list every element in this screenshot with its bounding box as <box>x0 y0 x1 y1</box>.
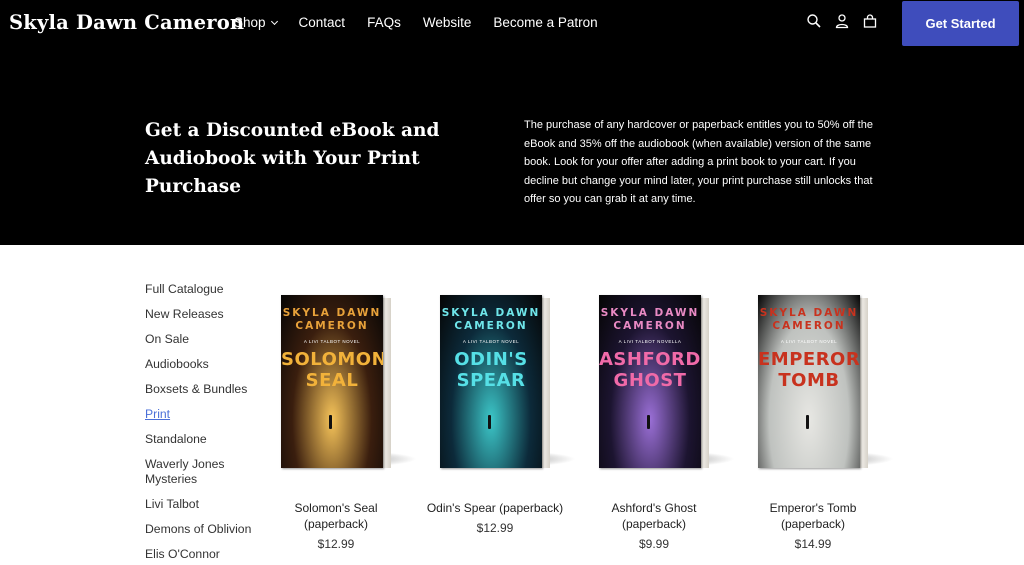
sidebar-item-boxsets-bundles[interactable]: Boxsets & Bundles <box>145 382 265 397</box>
cover-series: A LIVI TALBOT NOVELLA <box>618 339 682 344</box>
cover-figure <box>329 415 332 429</box>
sidebar-item-print[interactable]: Print <box>145 407 265 422</box>
nav-shop[interactable]: Shop <box>234 15 278 30</box>
product-name[interactable]: Solomon's Seal (paperback) <box>266 500 406 532</box>
search-icon[interactable] <box>806 13 822 29</box>
nav-shop-label: Shop <box>234 15 266 30</box>
cover-author: SKYLA DAWN CAMERON <box>441 307 541 332</box>
cover-title: SOLOMON'S SEAL <box>281 349 383 391</box>
chevron-down-icon <box>270 17 278 25</box>
promo-text: The purchase of any hardcover or paperba… <box>524 119 873 206</box>
sidebar-item-elis-o-connor[interactable]: Elis O'Connor <box>145 547 265 562</box>
sidebar-item-demons-of-oblivion[interactable]: Demons of Oblivion <box>145 522 265 537</box>
book-cover-image[interactable]: SKYLA DAWN CAMERON A LIVI TALBOT NOVEL SOL… <box>281 295 417 470</box>
book-cover-image[interactable]: SKYLA DAWN CAMERON A LIVI TALBOT NOVELLA A… <box>599 295 735 470</box>
site-brand[interactable]: Skyla Dawn Cameron <box>9 11 244 34</box>
product-card[interactable]: SKYLA DAWN CAMERON A LIVI TALBOT NOVEL SOL… <box>266 295 417 551</box>
hero-header: Skyla Dawn Cameron Shop Contact FAQs Web… <box>0 0 1024 245</box>
sidebar-item-audiobooks[interactable]: Audiobooks <box>145 357 265 372</box>
sidebar-item-new-releases[interactable]: New Releases <box>145 307 265 322</box>
cover-art: SKYLA DAWN CAMERON A LIVI TALBOT NOVEL EMP… <box>758 295 860 468</box>
category-sidebar: Full Catalogue New Releases On Sale Audiobo… <box>145 282 265 565</box>
sidebar-item-waverly-jones-mysteries[interactable]: Waverly Jones Mysteries <box>145 457 265 487</box>
product-price: $9.99 <box>638 537 670 551</box>
main-nav: Shop Contact FAQs Website Become a Patro… <box>234 15 598 30</box>
product-price: $12.99 <box>317 537 355 551</box>
cover-series: A LIVI TALBOT NOVEL <box>780 339 838 344</box>
cover-art: SKYLA DAWN CAMERON A LIVI TALBOT NOVEL SOL… <box>281 295 383 468</box>
cover-title: ODIN'S SPEAR <box>454 349 528 391</box>
cover-art: SKYLA DAWN CAMERON A LIVI TALBOT NOVEL ODI… <box>440 295 542 468</box>
cover-author: SKYLA DAWN CAMERON <box>600 307 700 332</box>
cover-title: ASHFORD'S GHOST <box>599 349 701 391</box>
sidebar-item-on-sale[interactable]: On Sale <box>145 332 265 347</box>
nav-website[interactable]: Website <box>423 15 472 30</box>
book-cover-image[interactable]: SKYLA DAWN CAMERON A LIVI TALBOT NOVEL ODI… <box>440 295 576 470</box>
nav-contact[interactable]: Contact <box>299 15 346 30</box>
nav-become-a-patron[interactable]: Become a Patron <box>493 15 597 30</box>
product-name[interactable]: Emperor's Tomb (paperback) <box>743 500 883 532</box>
product-card[interactable]: SKYLA DAWN CAMERON A LIVI TALBOT NOVELLA A… <box>584 295 735 551</box>
nav-faqs[interactable]: FAQs <box>367 15 401 30</box>
product-name[interactable]: Ashford's Ghost (paperback) <box>584 500 724 532</box>
cover-series: A LIVI TALBOT NOVEL <box>462 339 520 344</box>
header-icons <box>806 13 878 29</box>
book-cover-image[interactable]: SKYLA DAWN CAMERON A LIVI TALBOT NOVEL EMP… <box>758 295 894 470</box>
cover-series: A LIVI TALBOT NOVEL <box>303 339 361 344</box>
cover-figure <box>488 415 491 429</box>
sidebar-item-livi-talbot[interactable]: Livi Talbot <box>145 497 265 512</box>
cover-art: SKYLA DAWN CAMERON A LIVI TALBOT NOVELLA A… <box>599 295 701 468</box>
cover-figure <box>647 415 650 429</box>
cover-author: SKYLA DAWN CAMERON <box>759 307 859 332</box>
cover-author: SKYLA DAWN CAMERON <box>282 307 382 332</box>
sidebar-item-full-catalogue[interactable]: Full Catalogue <box>145 282 265 297</box>
cover-title: EMPEROR'S TOMB <box>758 349 860 391</box>
sidebar-item-standalone[interactable]: Standalone <box>145 432 265 447</box>
promo-title: Get a Discounted eBook and Audiobook wit… <box>145 120 440 197</box>
product-card[interactable]: SKYLA DAWN CAMERON A LIVI TALBOT NOVEL EMP… <box>743 295 894 551</box>
cover-figure <box>806 415 809 429</box>
cart-icon[interactable] <box>862 13 878 29</box>
account-icon[interactable] <box>834 13 850 29</box>
product-name[interactable]: Odin's Spear (paperback) <box>425 500 565 516</box>
product-card[interactable]: SKYLA DAWN CAMERON A LIVI TALBOT NOVEL ODI… <box>425 295 576 535</box>
product-price: $14.99 <box>794 537 832 551</box>
get-started-button[interactable]: Get Started <box>902 1 1019 46</box>
product-price: $12.99 <box>476 521 514 535</box>
